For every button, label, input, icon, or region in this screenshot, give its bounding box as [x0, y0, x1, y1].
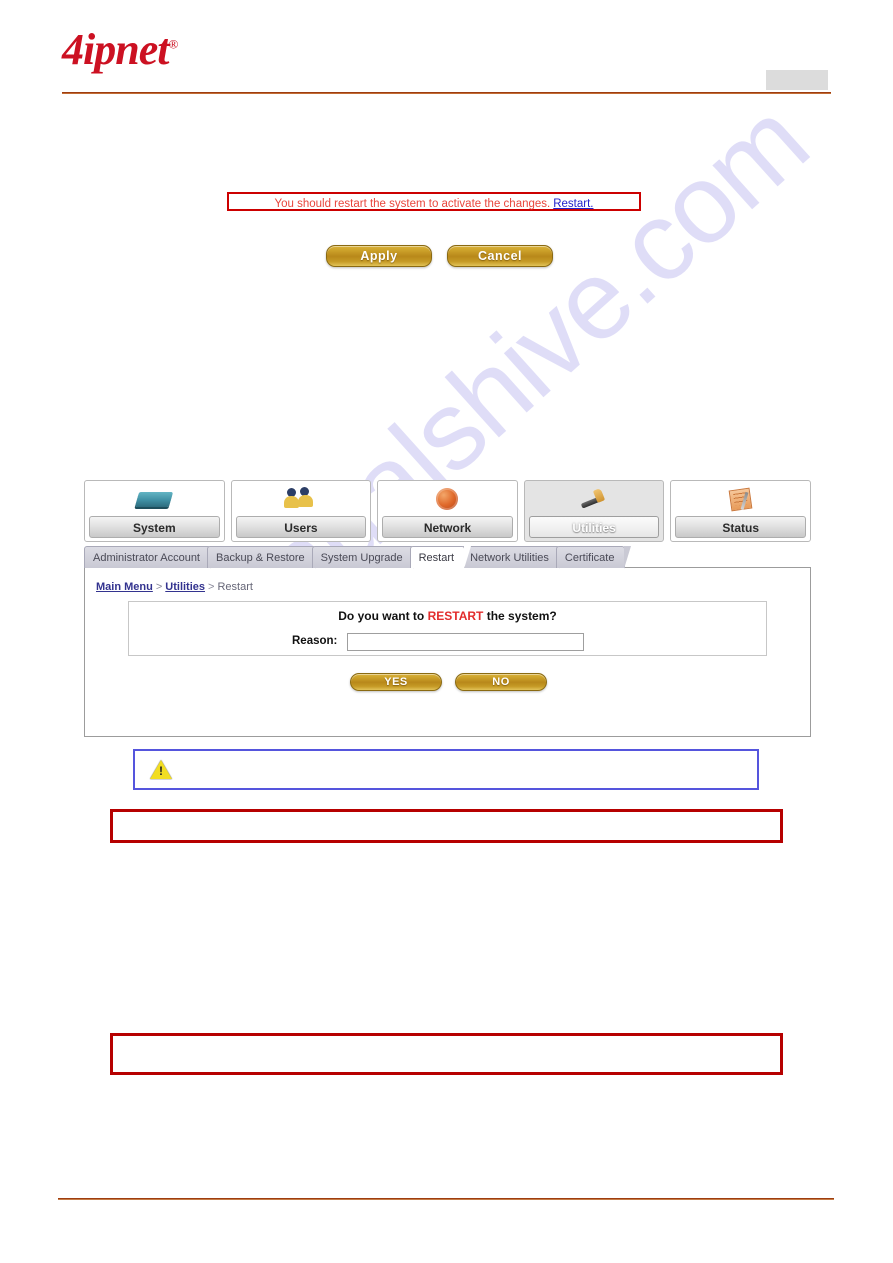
form-action-row: Apply Cancel: [326, 245, 568, 267]
sub-tab-bar: Administrator Account Backup & Restore S…: [84, 546, 631, 569]
nav-tile-status-label: Status: [675, 516, 806, 538]
breadcrumb-separator: >: [208, 581, 215, 593]
restart-notice-banner: You should restart the system to activat…: [227, 192, 641, 211]
page-header: 4ipnet®: [0, 0, 893, 100]
restart-question-suffix: the system?: [483, 609, 557, 623]
restart-question-prefix: Do you want to: [338, 609, 428, 623]
restart-link[interactable]: Restart.: [553, 198, 593, 210]
restart-notice-text: You should restart the system to activat…: [274, 198, 551, 210]
nav-tile-system[interactable]: System: [84, 480, 225, 542]
warning-callout-box: !: [133, 749, 759, 790]
notepad-icon: [671, 483, 810, 513]
nav-tile-users[interactable]: Users: [230, 480, 372, 542]
breadcrumb-current: Restart: [217, 581, 253, 593]
cancel-button[interactable]: Cancel: [447, 245, 553, 267]
brand-logo: 4ipnet®: [62, 25, 178, 74]
nav-tile-network-label: Network: [382, 516, 513, 538]
tab-administrator-account[interactable]: Administrator Account: [84, 546, 217, 569]
nav-tile-utilities-label: Utilities: [528, 516, 660, 538]
network-device-icon: [85, 483, 224, 513]
hammer-icon: [525, 483, 664, 513]
confirm-action-row: YES NO: [350, 672, 560, 691]
tab-restart[interactable]: Restart: [409, 546, 472, 569]
main-navigation: System Users Network Utilities Status: [84, 480, 811, 542]
tab-network-utilities[interactable]: Network Utilities: [461, 546, 566, 569]
reason-input[interactable]: [347, 633, 584, 651]
nav-tile-status[interactable]: Status: [670, 480, 811, 542]
tab-certificate[interactable]: Certificate: [555, 546, 631, 569]
apply-button[interactable]: Apply: [326, 245, 432, 267]
tab-system-upgrade[interactable]: System Upgrade: [311, 546, 420, 569]
warning-triangle-icon: !: [150, 760, 172, 780]
page-root: manualshive.com 4ipnet® You should resta…: [0, 0, 893, 1263]
nav-tile-network[interactable]: Network: [377, 480, 518, 542]
users-icon: [232, 483, 371, 513]
tab-backup-restore[interactable]: Backup & Restore: [207, 546, 322, 569]
yes-button[interactable]: YES: [350, 673, 442, 691]
nav-tile-system-label: System: [89, 516, 220, 538]
reason-row: Reason:: [129, 633, 766, 653]
no-button[interactable]: NO: [455, 673, 547, 691]
restart-dialog: Do you want to RESTART the system? Reaso…: [128, 601, 767, 656]
breadcrumb-separator: >: [155, 581, 163, 593]
content-panel: Main Menu > Utilities > Restart Do you want …: [84, 567, 811, 737]
reason-label: Reason:: [292, 635, 338, 647]
nav-tile-users-label: Users: [235, 516, 367, 538]
breadcrumb-main-menu[interactable]: Main Menu: [96, 581, 153, 593]
restart-question: Do you want to RESTART the system?: [129, 609, 766, 623]
restart-question-highlight: RESTART: [427, 609, 484, 623]
breadcrumb: Main Menu > Utilities > Restart: [96, 581, 253, 593]
globe-icon: [378, 483, 517, 513]
header-blank-box: [766, 70, 828, 90]
brand-logo-text: 4ipnet: [62, 25, 169, 74]
note-callout-box-2: [110, 1033, 783, 1075]
note-callout-box-1: [110, 809, 783, 843]
registered-trademark-icon: ®: [168, 36, 178, 52]
breadcrumb-utilities[interactable]: Utilities: [165, 581, 205, 593]
nav-tile-utilities[interactable]: Utilities: [523, 480, 665, 542]
header-divider: [62, 92, 831, 94]
footer-divider: [58, 1198, 834, 1200]
